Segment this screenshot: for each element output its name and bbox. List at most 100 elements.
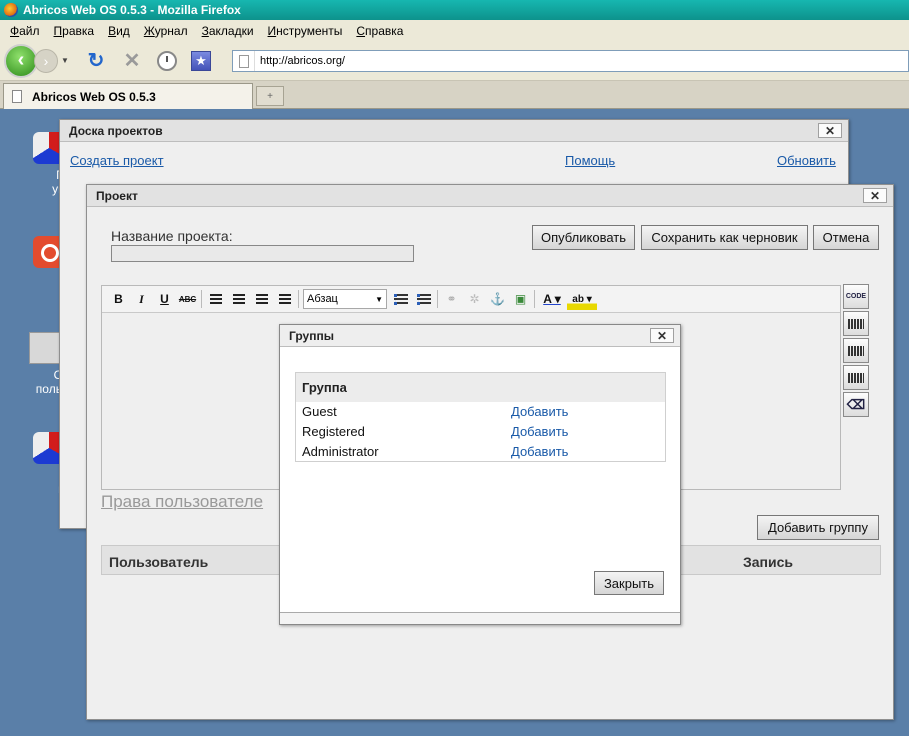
new-tab-button[interactable]: + [256,86,284,106]
keyboard-button-1[interactable] [843,311,869,336]
menu-file[interactable]: Файл [3,24,47,38]
publish-button[interactable]: Опубликовать [532,225,635,250]
align-left-button[interactable] [204,288,227,310]
group-name: Administrator [302,444,379,459]
chevron-down-icon: ▼ [375,294,383,304]
board-links: Создать проект Помощь Обновить [60,153,848,169]
dialog-title: Группы [289,328,334,343]
toolbar-divider [534,290,535,308]
italic-button[interactable]: I [130,288,153,310]
image-button[interactable]: ▣ [509,288,532,310]
history-dropdown-icon[interactable]: ▼ [61,56,73,65]
keyboard-icon [848,345,864,356]
close-button[interactable]: ✕ [863,188,887,203]
menu-edit[interactable]: Правка [47,24,102,38]
stop-button[interactable]: ✕ [119,48,145,74]
close-icon: ✕ [824,123,836,138]
unlink-icon: ✲ [469,292,480,306]
strikethrough-button[interactable]: ABC [176,288,199,310]
table-row: Administrator Добавить [296,442,665,462]
underline-button[interactable]: U [153,288,176,310]
editor-toolbar: B I U ABC Абзац ▼ ⚭ ✲ ⚓ ▣ A ▾ ab ▾ [102,286,840,313]
window-title: Abricos Web OS 0.5.3 - Mozilla Firefox [23,3,241,17]
window-title-bar: Доска проектов ✕ [60,120,848,142]
add-group-button[interactable]: Добавить группу [757,515,879,540]
numbered-list-icon [416,293,431,305]
highlight-icon: ab ▾ [572,293,592,305]
anchor-button[interactable]: ⚓ [486,288,509,310]
add-group-link[interactable]: Добавить [511,424,568,439]
url-bar[interactable]: http://abricos.org/ [232,50,909,72]
align-right-icon [255,294,268,304]
new-tab-icon: + [267,90,273,102]
align-center-button[interactable] [227,288,250,310]
link-button[interactable]: ⚭ [440,288,463,310]
align-center-icon [232,294,245,304]
toolbar-divider [201,290,202,308]
menu-help[interactable]: Справка [349,24,410,38]
tab-label: Abricos Web OS 0.5.3 [32,89,156,104]
keyboard-button-2[interactable] [843,338,869,363]
document-icon [12,90,22,103]
add-group-link[interactable]: Добавить [511,404,568,419]
image-icon: ▣ [514,292,527,306]
create-project-link[interactable]: Создать проект [70,153,164,168]
help-link[interactable]: Помощь [565,153,615,168]
add-group-link[interactable]: Добавить [511,444,568,459]
groups-dialog: Группы ✕ Группа Guest Добавить Registere… [279,324,681,625]
menu-bookmarks[interactable]: Закладки [195,24,261,38]
anchor-icon: ⚓ [490,292,505,306]
text-color-icon: A ▾ [543,292,561,306]
bullet-list-button[interactable] [389,288,412,310]
dialog-title-bar: Группы ✕ [280,325,680,347]
eraser-icon: ⌫ [846,396,866,412]
save-draft-button[interactable]: Сохранить как черновик [641,225,808,250]
history-clock-icon[interactable] [157,50,177,71]
align-right-button[interactable] [250,288,273,310]
project-name-label: Название проекта: [111,228,233,244]
stop-icon: ✕ [123,50,141,72]
menu-view[interactable]: Вид [101,24,137,38]
toolbar-divider [437,290,438,308]
align-justify-button[interactable] [273,288,296,310]
format-select-value: Абзац [307,293,338,305]
numbered-list-button[interactable] [412,288,435,310]
highlight-color-button[interactable]: ab ▾ [567,288,597,310]
tab-bar: Abricos Web OS 0.5.3 + [0,81,909,109]
text-color-button[interactable]: A ▾ [537,288,567,310]
close-icon: ✕ [869,188,881,203]
url-input[interactable]: http://abricos.org/ [255,55,345,67]
toolbar-divider [298,290,299,308]
dialog-footer [280,612,680,624]
code-view-button[interactable]: CODE [843,284,869,309]
close-dialog-button[interactable]: Закрыть [594,571,664,595]
project-name-input[interactable] [111,245,414,262]
bold-button[interactable]: B [107,288,130,310]
table-row: Guest Добавить [296,402,665,422]
menu-bar: Файл Правка Вид Журнал Закладки Инструме… [0,20,909,41]
unlink-button[interactable]: ✲ [463,288,486,310]
cancel-button[interactable]: Отмена [813,225,879,250]
reload-icon: ↻ [87,50,105,72]
group-name: Registered [302,424,365,439]
user-rights-title[interactable]: Права пользователе [101,492,263,512]
forward-button[interactable]: › [34,48,58,73]
keyboard-button-3[interactable] [843,365,869,390]
link-icon: ⚭ [446,292,457,306]
close-button[interactable]: ✕ [818,123,842,138]
firefox-logo-icon [4,3,18,17]
menu-tools[interactable]: Инструменты [261,24,350,38]
clear-format-button[interactable]: ⌫ [843,392,869,417]
reload-button[interactable]: ↻ [83,48,109,74]
forward-arrow-icon: › [43,52,49,69]
format-select[interactable]: Абзац ▼ [303,289,387,309]
bookmark-star-icon[interactable]: ★ [191,50,211,71]
bullet-list-icon [393,293,408,305]
menu-history[interactable]: Журнал [137,24,195,38]
table-row: Registered Добавить [296,422,665,442]
tab-abricos[interactable]: Abricos Web OS 0.5.3 [3,83,253,109]
back-button[interactable]: ‹ [4,43,38,78]
refresh-link[interactable]: Обновить [777,153,836,168]
group-name: Guest [302,404,337,419]
close-button[interactable]: ✕ [650,328,674,343]
